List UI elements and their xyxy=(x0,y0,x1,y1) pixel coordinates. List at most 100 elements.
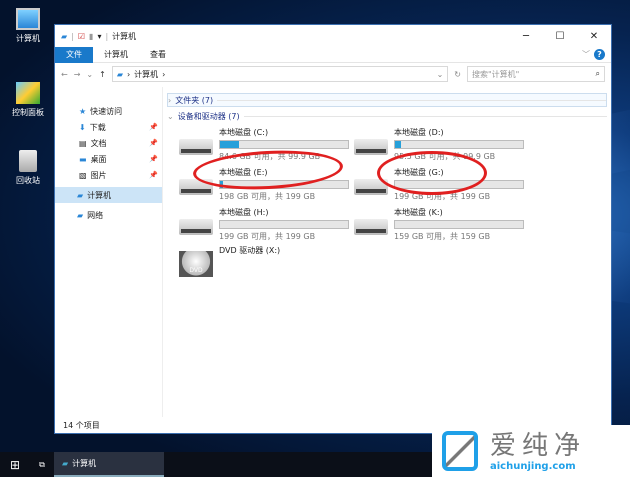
up-icon[interactable]: ↑ xyxy=(99,70,106,79)
nav-desktop[interactable]: ▬ 桌面 📌 xyxy=(55,151,162,167)
label: 计算机 xyxy=(72,459,97,468)
label: 计算机 xyxy=(87,190,112,200)
chevron-right-icon: › xyxy=(168,95,172,105)
picture-icon: ▧ xyxy=(79,170,87,180)
drive-item[interactable]: 本地磁盘 (E:) 198 GB 可用，共 199 GB xyxy=(179,167,354,201)
dvd-icon: DVD xyxy=(179,251,213,277)
hard-drive-icon xyxy=(354,219,388,235)
drive-space: 159 GB 可用，共 159 GB xyxy=(394,232,491,241)
tab-computer[interactable]: 计算机 xyxy=(93,47,139,63)
download-icon: ⬇ xyxy=(79,122,86,132)
properties-icon[interactable]: ☑ xyxy=(78,32,85,41)
usage-bar xyxy=(219,140,349,149)
pin-icon: 📌 xyxy=(149,139,158,147)
recent-icon[interactable]: ⌄ xyxy=(86,70,93,79)
dvd-drive[interactable]: DVD DVD 驱动器 (X:) xyxy=(179,245,607,279)
drive-item[interactable]: 本地磁盘 (C:) 84.6 GB 可用，共 99.9 GB xyxy=(179,127,354,161)
nav-network[interactable]: ▰ 网络 xyxy=(55,207,162,223)
ribbon: 文件 计算机 查看 ﹀ ? xyxy=(55,46,611,63)
drive-space: 198 GB 可用，共 199 GB xyxy=(219,192,316,201)
pin-icon: 📌 xyxy=(149,155,158,163)
label: 下载 xyxy=(89,122,106,132)
expand-ribbon-icon[interactable]: ﹀ xyxy=(582,49,590,60)
search-placeholder: 搜索"计算机" xyxy=(472,69,520,79)
chevron-down-icon[interactable]: ⌄ xyxy=(437,70,444,79)
desktop-icon-recycle-bin[interactable]: 回收站 xyxy=(6,150,50,186)
drive-name: 本地磁盘 (G:) xyxy=(394,168,444,177)
group-folders[interactable]: › 文件夹 (7) xyxy=(167,93,607,107)
maximize-button[interactable]: ☐ xyxy=(543,31,577,42)
help-icon[interactable]: ? xyxy=(594,49,605,60)
drive-item[interactable]: 本地磁盘 (K:) 159 GB 可用，共 159 GB xyxy=(354,207,529,241)
chevron-down-icon: ⌄ xyxy=(167,111,174,121)
search-input[interactable]: 搜索"计算机" ⌕ xyxy=(467,66,605,82)
minimize-button[interactable]: ─ xyxy=(509,31,543,42)
recycle-bin-icon xyxy=(19,150,37,172)
desktop-icon-control-panel[interactable]: 控制面板 xyxy=(6,82,50,118)
tab-view[interactable]: 查看 xyxy=(139,47,177,63)
usage-fill xyxy=(220,141,240,148)
taskbar-app-explorer[interactable]: ▰ 计算机 xyxy=(54,452,164,477)
drive-space: 84.6 GB 可用，共 99.9 GB xyxy=(219,152,321,161)
nav-pictures[interactable]: ▧ 图片 📌 xyxy=(55,167,162,183)
task-view-button[interactable]: ⧉ xyxy=(30,452,54,477)
address-row: ← → ⌄ ↑ ▰ › 计算机 › ⌄ ↻ 搜索"计算机" ⌕ xyxy=(55,63,611,85)
desktop-icon-computer[interactable]: 计算机 xyxy=(6,8,50,44)
tab-file[interactable]: 文件 xyxy=(55,46,93,63)
nav-this-pc[interactable]: ▰ 计算机 xyxy=(55,187,162,203)
close-button[interactable]: ✕ xyxy=(577,31,611,42)
drive-name: 本地磁盘 (D:) xyxy=(394,128,444,137)
title-bar: ▰ | ☑ ▮ ▾ | 计算机 ─ ☐ ✕ xyxy=(55,25,611,47)
control-panel-icon xyxy=(16,82,40,104)
usage-bar xyxy=(219,180,349,189)
nav-quick-access[interactable]: ★ 快速访问 xyxy=(55,103,162,119)
drive-name: 本地磁盘 (E:) xyxy=(219,168,268,177)
navigation-pane: ★ 快速访问 ⬇ 下载 📌 ▤ 文档 📌 ▬ 桌面 📌 ▧ 图片 📌 ▰ 计算机 ▰ 网络 xyxy=(55,87,163,417)
address-bar[interactable]: ▰ › 计算机 › ⌄ xyxy=(111,66,449,82)
window-title: 计算机 xyxy=(112,31,137,41)
qat-dropdown-icon[interactable]: ▾ xyxy=(97,32,101,41)
label: 桌面 xyxy=(90,154,107,164)
computer-icon: ▰ xyxy=(77,190,84,200)
new-folder-icon[interactable]: ▮ xyxy=(89,32,93,41)
label: 控制面板 xyxy=(12,108,44,117)
logo-icon xyxy=(442,431,478,471)
nav-downloads[interactable]: ⬇ 下载 📌 xyxy=(55,119,162,135)
drive-name: DVD 驱动器 (X:) xyxy=(219,246,281,255)
usage-bar xyxy=(394,220,524,229)
search-icon: ⌕ xyxy=(595,69,600,78)
back-icon[interactable]: ← xyxy=(61,70,68,79)
computer-icon: ▰ xyxy=(62,459,69,468)
logo-url: aichunjing.com xyxy=(490,460,576,472)
drive-item[interactable]: 本地磁盘 (D:) 95.5 GB 可用，共 99.9 GB xyxy=(354,127,529,161)
group-devices[interactable]: ⌄ 设备和驱动器 (7) xyxy=(167,109,607,123)
explorer-window: ▰ | ☑ ▮ ▾ | 计算机 ─ ☐ ✕ 文件 计算机 查看 ﹀ ? ← → ⌄ ↑ ▰ › 计… xyxy=(54,24,612,434)
start-button[interactable]: ⊞ xyxy=(0,452,30,477)
document-icon: ▤ xyxy=(79,138,87,148)
label: 文档 xyxy=(90,138,107,148)
drive-item[interactable]: 本地磁盘 (G:) 199 GB 可用，共 199 GB xyxy=(354,167,529,201)
usage-bar xyxy=(394,180,524,189)
label: 快速访问 xyxy=(90,106,123,116)
nav-documents[interactable]: ▤ 文档 📌 xyxy=(55,135,162,151)
watermark-logo: 爱纯净 aichunjing.com xyxy=(432,425,630,477)
hard-drive-icon xyxy=(179,139,213,155)
content-pane: › 文件夹 (7) ⌄ 设备和驱动器 (7) 本地磁盘 (C:) 84.6 GB 可用… xyxy=(163,87,611,417)
hard-drive-icon xyxy=(354,179,388,195)
usage-fill xyxy=(395,141,402,148)
forward-icon[interactable]: → xyxy=(74,70,81,79)
logo-text: 爱纯净 xyxy=(490,430,587,461)
drive-item[interactable]: 本地磁盘 (H:) 199 GB 可用，共 199 GB xyxy=(179,207,354,241)
hard-drive-icon xyxy=(179,179,213,195)
star-icon: ★ xyxy=(79,106,87,116)
drive-space: 199 GB 可用，共 199 GB xyxy=(219,232,316,241)
hard-drive-icon xyxy=(354,139,388,155)
computer-icon xyxy=(16,8,40,30)
desktop-icon: ▬ xyxy=(79,154,87,164)
refresh-icon[interactable]: ↻ xyxy=(454,70,461,79)
address-text: 计算机 xyxy=(134,69,159,79)
drive-space: 95.5 GB 可用，共 99.9 GB xyxy=(394,152,496,161)
group-label: 文件夹 (7) xyxy=(175,95,214,105)
hard-drive-icon xyxy=(179,219,213,235)
group-label: 设备和驱动器 (7) xyxy=(177,111,240,121)
